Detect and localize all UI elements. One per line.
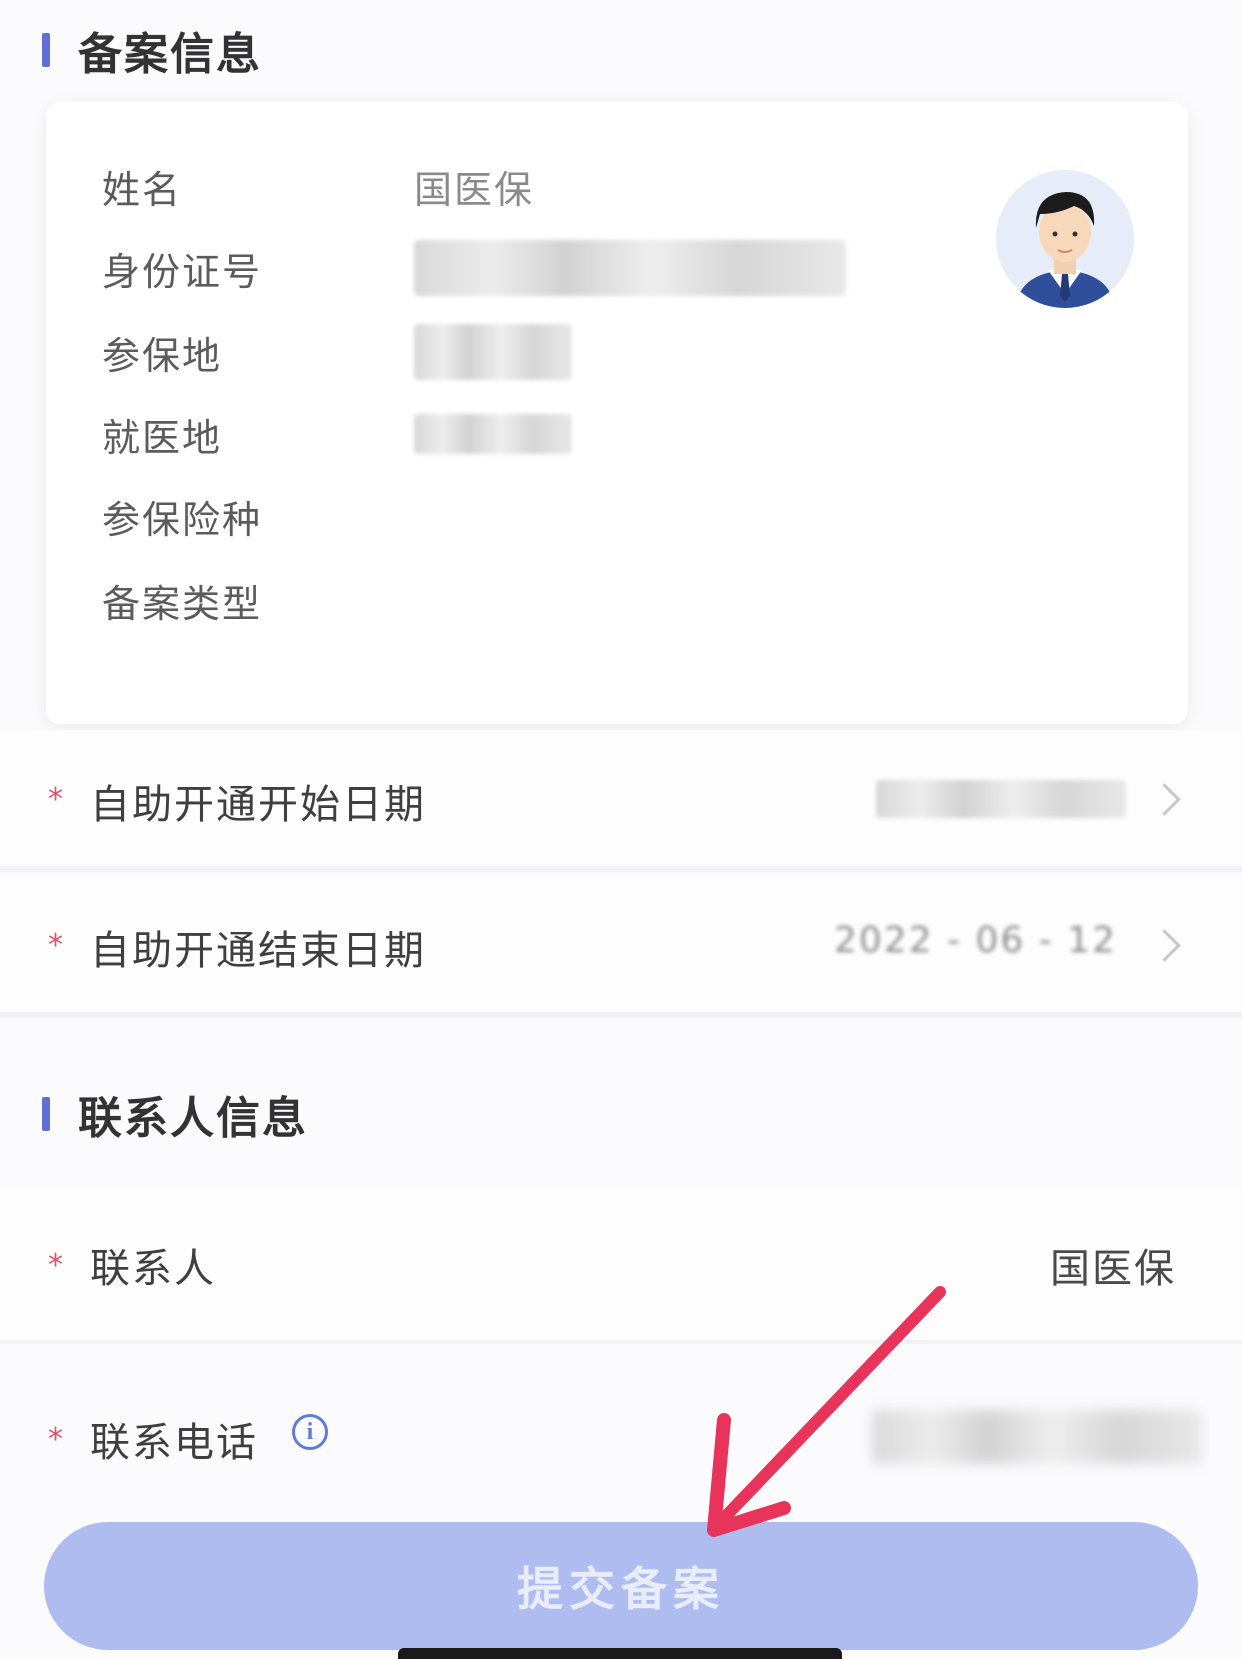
contact-person-row[interactable]: * 联系人 国医保 [0, 1190, 1242, 1344]
contact-phone-row[interactable]: * 联系电话 i [0, 1356, 1242, 1506]
name-label: 姓名 [102, 167, 183, 212]
required-mark: * [48, 782, 63, 817]
chevron-right-icon [1148, 929, 1181, 962]
insurance-type-row: 参保险种 [102, 486, 414, 546]
name-row: 姓名 国医保 [102, 156, 534, 216]
treatment-place-value-redacted [414, 414, 572, 454]
end-date-value: 2022 - 06 - 12 [834, 920, 1117, 961]
filing-type-row: 备案类型 [102, 570, 414, 630]
end-date-row[interactable]: * 自助开通结束日期 2022 - 06 - 12 [0, 876, 1242, 1018]
insured-place-row: 参保地 [102, 322, 572, 382]
home-indicator [398, 1648, 842, 1659]
required-mark: * [48, 1422, 63, 1457]
start-date-label: 自助开通开始日期 [90, 782, 426, 828]
filing-info-header: 备案信息 [42, 18, 262, 82]
avatar-icon [996, 170, 1134, 308]
treatment-place-row: 就医地 [102, 404, 572, 464]
contact-person-value[interactable]: 国医保 [1050, 1236, 1176, 1294]
filing-info-card: 姓名 国医保 身份证号 参保地 就医地 参保险种 备案类型 [46, 102, 1188, 724]
filing-info-title: 备案信息 [78, 29, 262, 80]
start-date-value-redacted [876, 780, 1126, 818]
end-date-label: 自助开通结束日期 [90, 928, 426, 974]
contact-person-label: 联系人 [90, 1246, 216, 1292]
section-accent-bar [42, 33, 50, 67]
id-number-row: 身份证号 [102, 238, 846, 298]
insurance-type-label: 参保险种 [102, 497, 263, 542]
id-number-value-redacted [414, 240, 846, 296]
chevron-right-icon [1148, 783, 1181, 816]
section-accent-bar [42, 1097, 50, 1131]
name-value: 国医保 [414, 167, 535, 212]
info-icon[interactable]: i [292, 1414, 328, 1450]
contact-phone-value-redacted[interactable] [872, 1410, 1202, 1464]
id-number-label: 身份证号 [102, 249, 263, 294]
start-date-row[interactable]: * 自助开通开始日期 [0, 730, 1242, 872]
submit-filing-button[interactable]: 提交备案 [44, 1522, 1198, 1650]
required-mark: * [48, 928, 63, 963]
insured-place-label: 参保地 [102, 333, 223, 378]
contact-info-title: 联系人信息 [78, 1093, 308, 1144]
filing-type-label: 备案类型 [102, 581, 263, 626]
contact-info-header: 联系人信息 [42, 1082, 308, 1146]
treatment-place-label: 就医地 [102, 415, 223, 460]
contact-phone-label: 联系电话 [90, 1420, 258, 1466]
insured-place-value-redacted [414, 324, 572, 380]
required-mark: * [48, 1248, 63, 1283]
